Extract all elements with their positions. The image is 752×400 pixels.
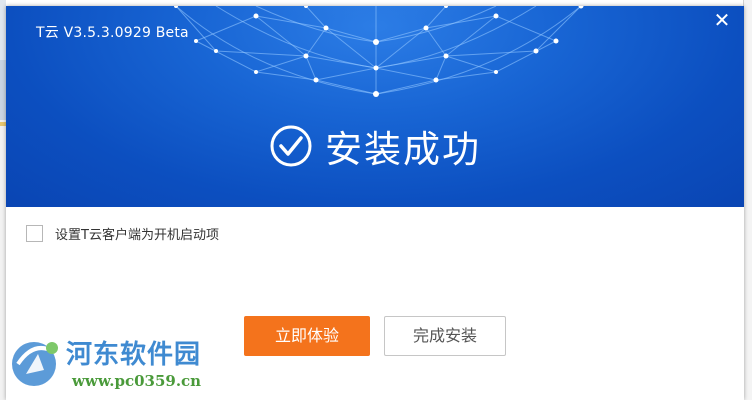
autostart-checkbox[interactable]	[26, 225, 43, 242]
dialog-header-banner: T云 V3.5.3.0929 Beta ✕ 安装成功	[6, 6, 744, 207]
autostart-label[interactable]: 设置T云客户端为开机启动项	[55, 224, 219, 243]
close-icon: ✕	[713, 8, 731, 32]
close-button[interactable]: ✕	[710, 8, 734, 32]
finish-install-button[interactable]: 完成安装	[384, 316, 506, 356]
watermark-site-url: www.pc0359.cn	[72, 372, 202, 390]
autostart-option[interactable]: 设置T云客户端为开机启动项	[26, 224, 219, 243]
watermark-site-name: 河东软件园	[66, 340, 202, 370]
install-success-status: 安装成功	[6, 116, 744, 176]
install-success-text: 安装成功	[325, 128, 481, 171]
check-circle-icon	[270, 125, 312, 167]
installer-dialog: T云 V3.5.3.0929 Beta ✕ 安装成功 设置T云客户端为开机启动项…	[6, 6, 744, 400]
background-app-right-edge	[743, 0, 752, 400]
window-title: T云 V3.5.3.0929 Beta	[36, 25, 189, 41]
try-now-button[interactable]: 立即体验	[244, 316, 370, 356]
site-watermark: 河东软件园 www.pc0359.cn	[6, 332, 226, 400]
watermark-logo-icon	[12, 342, 58, 386]
